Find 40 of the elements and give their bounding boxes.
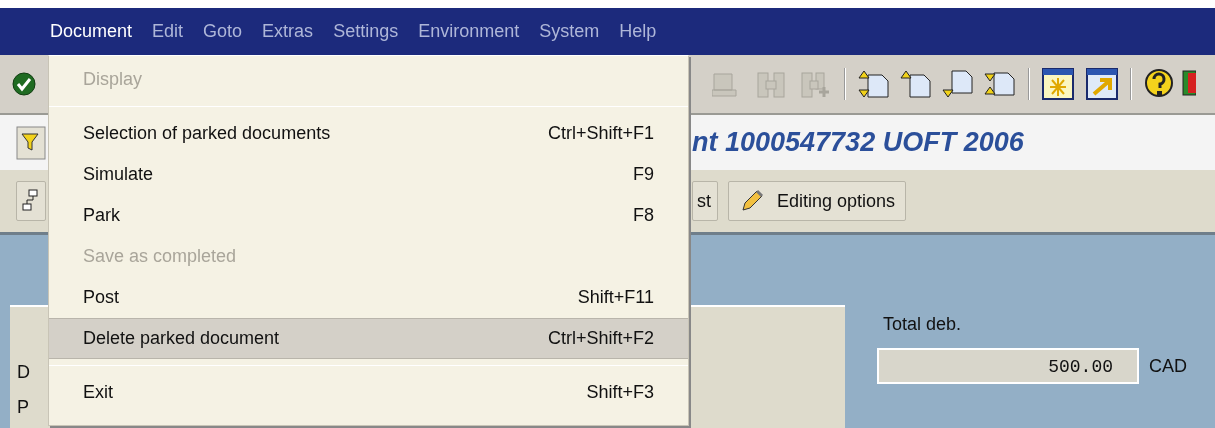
- shortcut-label: Shift+F11: [577, 286, 654, 309]
- menu-option[interactable]: Park F8: [49, 195, 688, 236]
- menu-item[interactable]: System: [529, 18, 610, 45]
- menu-item[interactable]: Goto: [193, 18, 253, 45]
- shortcut-label: Shift+F3: [586, 381, 654, 404]
- screen-title: nt 1000547732 UOFT 2006: [692, 126, 1024, 160]
- next-page-icon[interactable]: [942, 69, 974, 99]
- last-page-icon[interactable]: [984, 69, 1016, 99]
- menu-item[interactable]: Environment: [408, 18, 530, 45]
- menu-item[interactable]: Edit: [142, 18, 194, 45]
- shortcut-label: Ctrl+Shift+F2: [547, 327, 654, 350]
- field-label: P: [17, 397, 29, 417]
- hierarchy-button[interactable]: [16, 181, 46, 221]
- currency-label: CAD: [1149, 354, 1187, 378]
- menu-option[interactable]: Selection of parked documents Ctrl+Shift+F1: [49, 113, 688, 154]
- menu-item[interactable]: Help: [609, 18, 667, 45]
- new-window-icon[interactable]: [1042, 68, 1074, 100]
- shortcut-label: F8: [633, 204, 654, 227]
- shortcut-label: Ctrl+Shift+F1: [547, 122, 654, 145]
- help-icon[interactable]: [1144, 68, 1174, 100]
- previous-page-icon[interactable]: [900, 69, 932, 99]
- pencil-icon: [739, 188, 765, 214]
- checkmark-icon[interactable]: [12, 71, 36, 97]
- menu-option[interactable]: Exit Shift+F3: [49, 372, 688, 413]
- shortcut-window-icon[interactable]: [1086, 68, 1118, 100]
- menu-item[interactable]: Extras: [252, 18, 324, 45]
- field-label: Total deb.: [883, 313, 963, 336]
- menu-item[interactable]: Settings: [323, 18, 409, 45]
- menu-option[interactable]: Delete parked document Ctrl+Shift+F2: [49, 318, 688, 359]
- menu-item[interactable]: Document: [40, 18, 143, 45]
- toolbar-button[interactable]: st: [692, 181, 718, 221]
- filter-icon[interactable]: [16, 125, 46, 160]
- field-label: D: [17, 362, 30, 382]
- menu-option[interactable]: Post Shift+F11: [49, 277, 688, 318]
- toolbar-button[interactable]: Editing options: [728, 181, 907, 221]
- first-page-icon[interactable]: [858, 69, 890, 99]
- shortcut-label: F9: [633, 163, 654, 186]
- menu-option[interactable]: Simulate F9: [49, 154, 688, 195]
- amount-field: 500.00: [877, 348, 1139, 384]
- hierarchy-icon: [21, 188, 41, 214]
